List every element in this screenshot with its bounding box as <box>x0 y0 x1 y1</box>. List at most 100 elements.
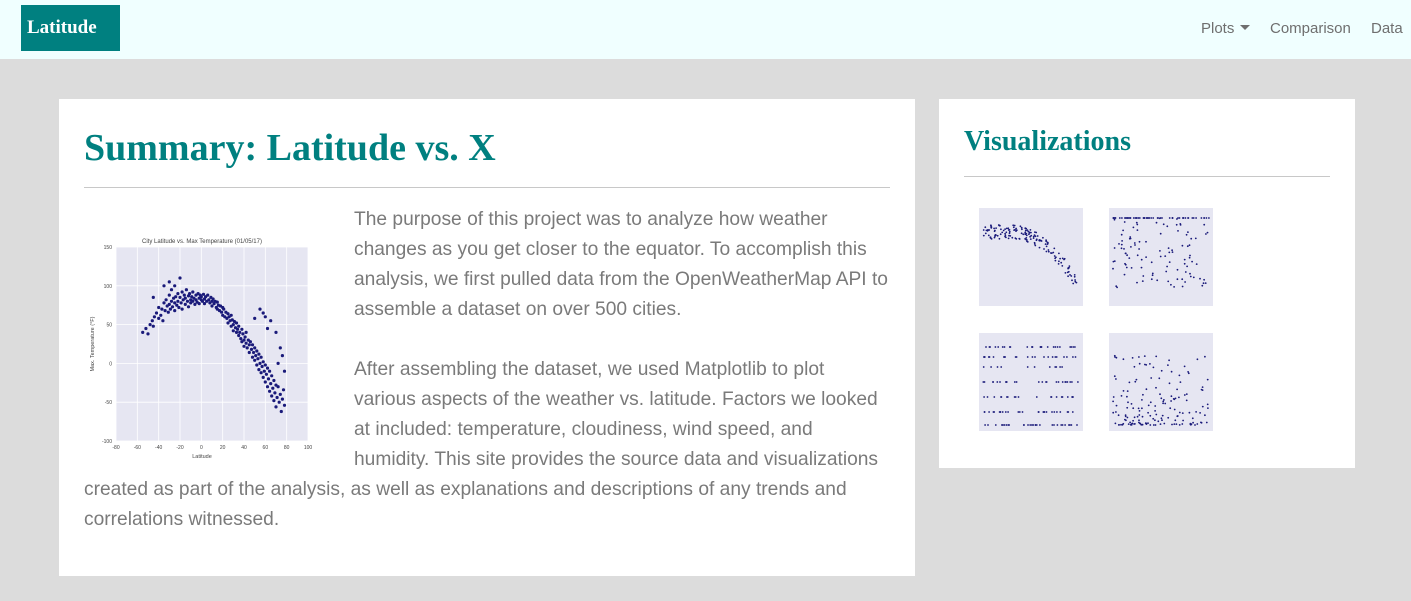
thumbnail-point <box>1132 226 1135 229</box>
scatter-point <box>151 324 155 328</box>
scatter-point <box>260 364 264 369</box>
scatter-point <box>244 341 248 345</box>
x-tick-label: 40 <box>241 445 247 451</box>
thumbnail-point <box>1204 355 1206 358</box>
thumbnail-point <box>1124 414 1127 416</box>
scatter-point <box>186 305 191 309</box>
y-tick-labels: 150 100 50 0 -50 -100 <box>102 245 112 445</box>
thumbnail-point <box>1071 381 1073 383</box>
chevron-down-icon <box>1240 25 1251 30</box>
thumbnail-point <box>1061 257 1064 260</box>
scatter-point <box>183 302 187 306</box>
thumbnail-point <box>1181 423 1184 425</box>
thumbnail-point <box>1052 346 1055 348</box>
thumbnail-point <box>1000 366 1003 368</box>
thumbnail-point <box>1131 357 1134 359</box>
scatter-point <box>239 337 243 341</box>
thumbnail-point <box>1034 356 1036 358</box>
thumbnail-point <box>1112 260 1115 263</box>
thumbnail-point <box>1159 393 1161 396</box>
nav-plots-dropdown[interactable]: Plots <box>1201 19 1251 39</box>
thumbnail-point <box>1185 393 1188 395</box>
nav-data-link[interactable]: Data <box>1371 19 1403 39</box>
thumbnail-point <box>1135 221 1138 224</box>
thumbnail-point <box>1176 388 1178 391</box>
thumbnail-point <box>987 234 990 237</box>
thumbnail-point <box>1151 272 1154 275</box>
plot-area <box>116 247 308 441</box>
thumbnail-point <box>1029 229 1032 231</box>
thumbnail-point <box>1122 358 1125 361</box>
thumbnail-point <box>1183 394 1186 396</box>
scatter-point <box>191 299 195 303</box>
thumbnail-point <box>1001 231 1004 234</box>
thumbnail-point <box>1058 252 1060 255</box>
thumbnail-point <box>1149 424 1152 426</box>
scatter-point <box>174 295 178 299</box>
thumbnail-point <box>1176 278 1179 281</box>
x-tick-label: 20 <box>220 445 226 451</box>
x-tick-label: -60 <box>134 445 141 451</box>
thumbnail-point <box>1071 279 1073 282</box>
thumbnail-point <box>1171 217 1174 219</box>
thumbnail-point <box>1001 411 1004 413</box>
top-navbar: Latitude Plots Comparison Data <box>0 0 1411 59</box>
thumbnail-point <box>1068 424 1070 426</box>
scatter-point <box>242 344 246 348</box>
thumbnail-point <box>1142 217 1145 219</box>
scatter-point <box>215 300 219 304</box>
scatter-point <box>278 346 282 350</box>
thumbnail-point <box>1132 217 1135 219</box>
thumbnail-point <box>1136 415 1139 418</box>
scatter-point <box>242 338 246 342</box>
thumbnail-point <box>993 236 996 239</box>
scatter-point <box>262 369 266 373</box>
visualizations-card: Visualizations <box>939 99 1355 468</box>
thumbnail-point <box>1074 356 1077 358</box>
thumbnail-point <box>1003 424 1006 426</box>
thumbnail-point <box>1059 257 1061 260</box>
thumbnail-point <box>984 226 987 229</box>
thumbnail-point <box>1130 246 1132 248</box>
thumbnail-point <box>1160 369 1163 372</box>
thumbnail-point <box>1192 421 1194 424</box>
thumbnail-point <box>1136 229 1139 231</box>
thumbnail-point <box>1184 271 1187 273</box>
thumbnail-point <box>1138 410 1141 412</box>
thumbnail-point <box>1139 422 1142 425</box>
scatter-point <box>263 363 267 367</box>
nav-comparison-link[interactable]: Comparison <box>1270 19 1351 39</box>
thumbnail-point <box>1008 234 1010 237</box>
scatter-point <box>261 375 265 379</box>
thumbnail-point <box>1138 414 1141 416</box>
thumbnail-point <box>1158 377 1161 380</box>
thumbnail-point <box>1053 424 1055 426</box>
thumbnail-point <box>1051 411 1053 413</box>
thumbnail-humidity[interactable] <box>1101 202 1219 317</box>
thumbnail-point <box>1185 233 1188 236</box>
scatter-point <box>178 276 182 280</box>
scatter-point <box>261 360 265 364</box>
thumbnail-point <box>1067 270 1070 273</box>
thumbnail-point <box>1202 282 1205 285</box>
scatter-point <box>191 290 195 294</box>
brand-logo[interactable]: Latitude <box>21 5 120 51</box>
thumbnail-point <box>1000 228 1002 231</box>
scatter-point <box>264 372 268 376</box>
thumbnail-point <box>1164 402 1167 405</box>
thumbnail-point <box>1138 240 1141 243</box>
thumbnail-point <box>1008 229 1011 231</box>
thumbnail-point <box>1156 279 1159 282</box>
thumbnail-point <box>1028 232 1031 234</box>
thumbnail-point <box>1115 285 1118 288</box>
thumbnail-max-temperature[interactable] <box>971 202 1089 317</box>
page-title: Summary: Latitude vs. X <box>84 127 496 169</box>
thumbnail-point <box>1201 284 1204 287</box>
thumbnail-point <box>1113 247 1116 249</box>
thumbnail-point <box>1190 423 1192 426</box>
thumbnail-point <box>1125 266 1128 269</box>
thumbnail-cloudiness[interactable] <box>971 327 1089 442</box>
thumbnail-point <box>1005 424 1008 426</box>
thumbnail-wind-speed[interactable] <box>1101 327 1219 442</box>
scatter-point <box>280 397 284 401</box>
